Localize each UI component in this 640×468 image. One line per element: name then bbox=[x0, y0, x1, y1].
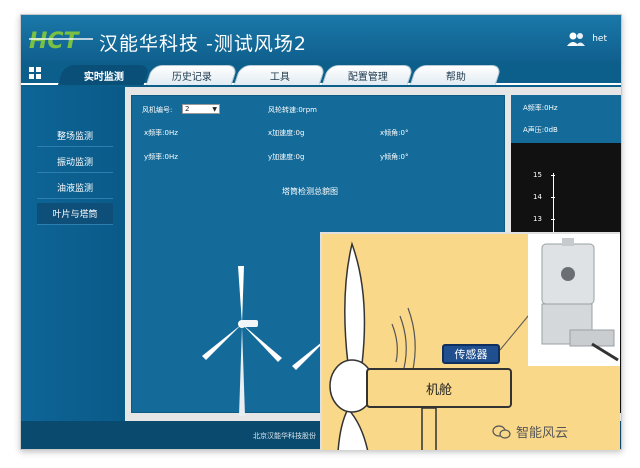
y-tick-label: 14 bbox=[533, 193, 542, 201]
y-tick-mark bbox=[551, 175, 555, 176]
company-logo: HCT bbox=[29, 29, 93, 53]
tab-config[interactable]: 配置管理 bbox=[321, 65, 415, 85]
sidebar-item-vibration[interactable]: 振动监测 bbox=[37, 151, 113, 173]
sidebar-item-blade-tower[interactable]: 叶片与塔筒 bbox=[37, 203, 113, 225]
x-frequency: x频率:0Hz bbox=[144, 129, 178, 137]
rotor-speed: 风轮转速:0rpm bbox=[268, 106, 317, 114]
header-bar: HCT 汉能华科技 -测试风场2 het bbox=[21, 15, 621, 63]
sidebar-item-overall[interactable]: 整场监测 bbox=[37, 125, 113, 147]
grid-menu-icon[interactable] bbox=[29, 67, 41, 79]
sensor-photo bbox=[528, 234, 620, 366]
tab-realtime-monitor[interactable]: 实时监测 bbox=[57, 65, 151, 85]
a-frequency: A频率:0Hz bbox=[523, 104, 558, 112]
a-sound-pressure: A声压:0dB bbox=[523, 126, 558, 134]
wechat-icon bbox=[492, 424, 511, 439]
users-icon[interactable] bbox=[566, 31, 586, 47]
y-tick-label: 15 bbox=[533, 171, 542, 179]
user-area[interactable]: het bbox=[566, 31, 607, 47]
tab-bar: 实时监测 历史记录 工具 配置管理 帮助 bbox=[21, 63, 621, 85]
y-tilt: y倾角:0° bbox=[380, 153, 409, 161]
logo-text: HCT bbox=[29, 29, 81, 53]
tab-tools[interactable]: 工具 bbox=[233, 65, 327, 85]
sidebar-item-oil[interactable]: 油液监测 bbox=[37, 177, 113, 199]
fan-number-label: 风机编号: bbox=[142, 106, 173, 114]
x-acceleration: x加速度:0g bbox=[268, 129, 305, 137]
signal-wave-2 bbox=[399, 315, 407, 369]
tab-help[interactable]: 帮助 bbox=[409, 65, 503, 85]
sensor-illustration-overlay: 传感器 机舱 智能风云 bbox=[320, 232, 620, 450]
x-tilt: x倾角:0° bbox=[380, 129, 409, 137]
signal-wave-1 bbox=[391, 323, 398, 363]
blade-lower bbox=[337, 407, 369, 450]
blade-upper bbox=[344, 241, 366, 370]
y-tick-mark bbox=[551, 197, 555, 198]
username[interactable]: het bbox=[592, 34, 607, 44]
signal-wave-3 bbox=[407, 307, 416, 375]
tab-history[interactable]: 历史记录 bbox=[145, 65, 239, 85]
watermark-text: 智能风云 bbox=[516, 426, 569, 441]
sensor-label: 传感器 bbox=[442, 344, 500, 364]
nacelle-label: 机舱 bbox=[366, 368, 512, 408]
app-title: 汉能华科技 -测试风场2 bbox=[99, 33, 307, 55]
fan-number-select[interactable]: 2 bbox=[182, 104, 220, 114]
tower-overview-title: 塔筒检测总貌图 bbox=[282, 187, 338, 196]
y-frequency: y频率:0Hz bbox=[144, 153, 178, 161]
turbine-1 bbox=[202, 266, 282, 416]
y-acceleration: y加速度:0g bbox=[268, 153, 305, 161]
acoustic-header: A频率:0Hz A声压:0dB bbox=[511, 95, 621, 143]
y-tick-mark bbox=[551, 219, 555, 220]
tower-section bbox=[421, 407, 437, 450]
footer-copyright: 北京汉能华科技股份 bbox=[253, 432, 316, 440]
y-tick-label: 13 bbox=[533, 215, 542, 223]
sidebar: 整场监测 振动监测 油液监测 叶片与塔筒 bbox=[21, 87, 125, 421]
sensor-device-image bbox=[541, 238, 619, 362]
watermark: 智能风云 bbox=[492, 422, 568, 441]
